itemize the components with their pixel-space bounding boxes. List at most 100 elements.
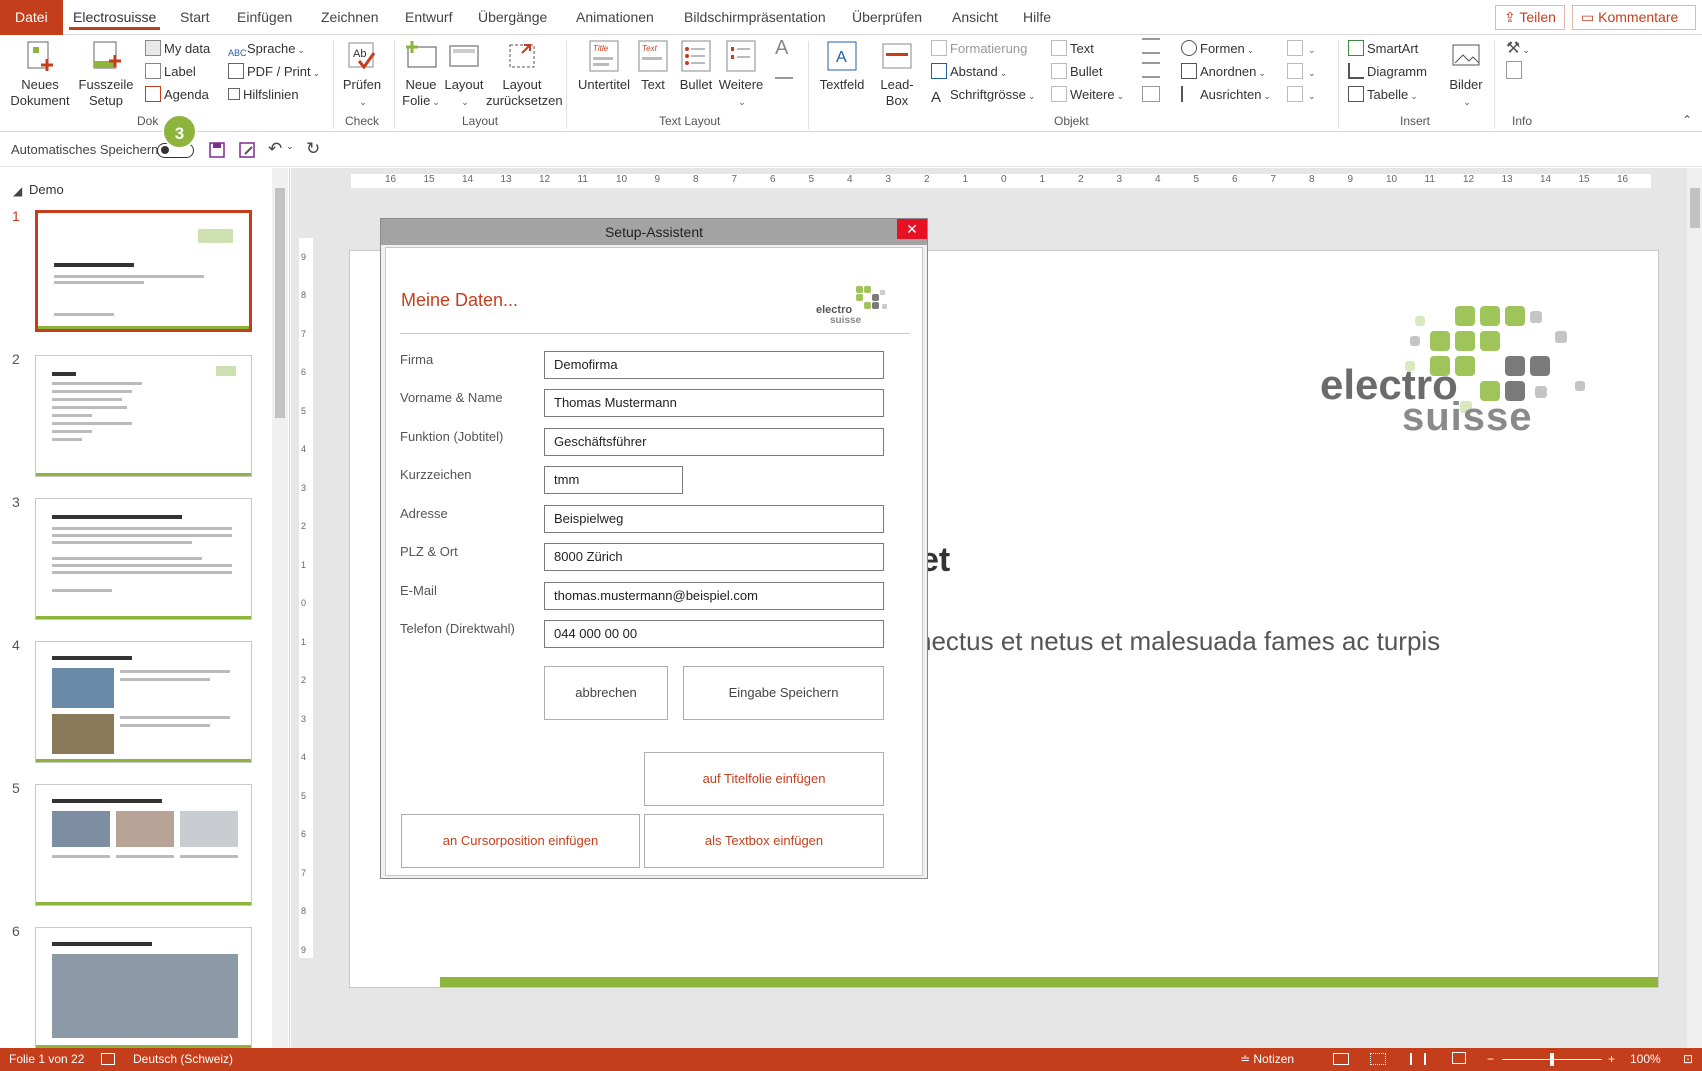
tab-datei[interactable]: Datei bbox=[0, 0, 63, 35]
save-button[interactable]: Eingabe Speichern bbox=[683, 666, 884, 720]
tab-ansicht[interactable]: Ansicht bbox=[940, 0, 1010, 35]
slide-thumbnail-6[interactable] bbox=[35, 927, 252, 1048]
thumbnail-scrollbar[interactable] bbox=[272, 168, 288, 1048]
language-status[interactable]: Deutsch (Schweiz) bbox=[133, 1048, 233, 1071]
tab-ueberpruefen[interactable]: Überprüfen bbox=[840, 0, 934, 35]
layout-button[interactable]: Layout ⌄ bbox=[444, 39, 484, 110]
autosave-label: Automatisches Speichern bbox=[11, 142, 159, 157]
scrollbar-thumb[interactable] bbox=[1690, 188, 1700, 228]
collapse-ribbon-icon[interactable]: ⌃ bbox=[1682, 109, 1692, 131]
abstand-button[interactable]: Abstand ⌄ bbox=[931, 61, 1007, 83]
agenda-button[interactable]: Agenda bbox=[145, 84, 209, 106]
redo-icon[interactable]: ↻ bbox=[306, 139, 320, 159]
insert-at-cursor-button[interactable]: an Cursorposition einfügen bbox=[401, 814, 640, 868]
neue-folie-button[interactable]: Neue Folie ⌄ bbox=[397, 39, 445, 110]
formatierung-button[interactable]: Formatierung bbox=[931, 38, 1027, 60]
tab-zeichnen[interactable]: Zeichnen bbox=[309, 0, 391, 35]
zoom-out-icon[interactable]: − bbox=[1487, 1048, 1494, 1071]
hilfslinien-checkbox[interactable]: Hilfslinien bbox=[228, 84, 299, 106]
undo-dropdown-icon[interactable]: ⌄ bbox=[286, 141, 294, 152]
tabelle-button[interactable]: Tabelle ⌄ bbox=[1348, 84, 1418, 106]
align-center-icon[interactable] bbox=[1142, 62, 1160, 78]
neues-dokument-button[interactable]: Neues Dokument bbox=[8, 39, 72, 109]
normal-view-icon[interactable] bbox=[1333, 1053, 1349, 1065]
slide-thumbnail-1[interactable] bbox=[35, 210, 252, 332]
smartart-button[interactable]: SmartArt bbox=[1348, 38, 1418, 60]
cancel-button[interactable]: abbrechen bbox=[544, 666, 668, 720]
zoom-slider-handle[interactable] bbox=[1550, 1053, 1554, 1066]
layout-zuruecksetzen-button[interactable]: Layout zurücksetzen bbox=[486, 39, 563, 109]
zoom-level[interactable]: 100% bbox=[1630, 1048, 1661, 1071]
save-icon[interactable] bbox=[209, 142, 225, 158]
zoom-in-icon[interactable]: + bbox=[1608, 1048, 1615, 1071]
anordnen-button[interactable]: Anordnen ⌄ bbox=[1181, 61, 1266, 83]
pruefen-button[interactable]: Ab Prüfen ⌄ bbox=[338, 39, 386, 110]
fusszeile-setup-button[interactable]: Fusszeile Setup bbox=[78, 39, 134, 109]
tab-animationen[interactable]: Animationen bbox=[564, 0, 666, 35]
schriftgroesse-button[interactable]: A Schriftgrösse ⌄ bbox=[931, 84, 1035, 106]
firma-input[interactable]: Demofirma bbox=[544, 351, 884, 379]
objekt-text-button[interactable]: Text bbox=[1051, 38, 1094, 60]
insert-title-slide-button[interactable]: auf Titelfolie einfügen bbox=[644, 752, 884, 806]
tab-electrosuisse[interactable]: Electrosuisse bbox=[61, 0, 168, 35]
shape-effects-button[interactable]: ⌄ bbox=[1287, 84, 1316, 106]
close-icon[interactable]: ✕ bbox=[897, 219, 927, 239]
pdf-print-button[interactable]: PDF / Print ⌄ bbox=[228, 61, 320, 83]
label-button[interactable]: Label bbox=[145, 61, 196, 83]
objekt-bullet-button[interactable]: Bullet bbox=[1051, 61, 1103, 83]
slide-thumbnail-3[interactable] bbox=[35, 498, 252, 620]
tab-hilfe[interactable]: Hilfe bbox=[1011, 0, 1063, 35]
lead-box-button[interactable]: Lead-Box bbox=[876, 39, 918, 109]
slide-thumbnail-4[interactable] bbox=[35, 641, 252, 763]
group-icon[interactable] bbox=[1142, 86, 1160, 102]
insert-as-textbox-button[interactable]: als Textbox einfügen bbox=[644, 814, 884, 868]
objekt-weitere-button[interactable]: Weitere ⌄ bbox=[1051, 84, 1124, 106]
tab-bildschirmpraesentation[interactable]: Bildschirmpräsentation bbox=[672, 0, 838, 35]
funktion-input[interactable]: Geschäftsführer bbox=[544, 428, 884, 456]
diagramm-button[interactable]: Diagramm bbox=[1348, 61, 1427, 83]
kurzzeichen-input[interactable]: tmm bbox=[544, 466, 683, 494]
undo-icon[interactable]: ↶ bbox=[268, 139, 282, 159]
plz-ort-input[interactable]: 8000 Zürich bbox=[544, 543, 884, 571]
slide-sorter-icon[interactable] bbox=[1370, 1053, 1386, 1065]
shape-outline-button[interactable]: ⌄ bbox=[1287, 38, 1316, 60]
notes-button[interactable]: ≐ Notizen bbox=[1240, 1048, 1294, 1071]
scrollbar-thumb[interactable] bbox=[275, 188, 285, 418]
reading-view-icon[interactable] bbox=[1410, 1053, 1426, 1065]
ausrichten-button[interactable]: Ausrichten ⌄ bbox=[1181, 84, 1271, 106]
textfeld-button[interactable]: A Textfeld bbox=[814, 39, 870, 93]
info-tools-icon[interactable]: ⚒ ⌄ bbox=[1506, 38, 1536, 60]
comments-button[interactable]: ▭ Kommentare bbox=[1572, 5, 1696, 30]
formen-button[interactable]: Formen ⌄ bbox=[1181, 38, 1254, 60]
name-input[interactable]: Thomas Mustermann bbox=[544, 389, 884, 417]
tab-start[interactable]: Start bbox=[168, 0, 222, 35]
shape-fill-button[interactable]: ⌄ bbox=[1287, 61, 1316, 83]
align-left-icon[interactable] bbox=[1142, 38, 1160, 54]
slide-thumbnail-2[interactable] bbox=[35, 355, 252, 477]
tab-entwurf[interactable]: Entwurf bbox=[393, 0, 464, 35]
adresse-input[interactable]: Beispielweg bbox=[544, 505, 884, 533]
my-data-button[interactable]: My data bbox=[145, 38, 210, 60]
email-input[interactable]: thomas.mustermann@beispiel.com bbox=[544, 582, 884, 610]
editor-scrollbar[interactable] bbox=[1687, 168, 1702, 1048]
bullet-layout-button[interactable]: Bullet bbox=[676, 39, 716, 93]
font-a-icon[interactable]: A bbox=[775, 37, 788, 59]
slide-thumbnail-5[interactable] bbox=[35, 784, 252, 906]
align-icon[interactable] bbox=[775, 63, 793, 79]
share-button[interactable]: ⇪ Teilen bbox=[1495, 5, 1565, 30]
untertitel-button[interactable]: Title Untertitel bbox=[574, 39, 634, 93]
section-collapse-icon[interactable]: ◢ bbox=[13, 184, 22, 198]
tab-uebergaenge[interactable]: Übergänge bbox=[466, 0, 559, 35]
slideshow-icon[interactable] bbox=[1452, 1052, 1466, 1064]
tab-einfuegen[interactable]: Einfügen bbox=[225, 0, 304, 35]
text-layout-button[interactable]: Text Text bbox=[633, 39, 673, 93]
fit-to-window-icon[interactable]: ⊡ bbox=[1683, 1048, 1693, 1071]
slide-body-text[interactable]: nectus et netus et malesuada fames ac tu… bbox=[917, 626, 1440, 657]
accessibility-icon[interactable] bbox=[101, 1053, 115, 1065]
sprache-button[interactable]: ABCSprache ⌄ bbox=[228, 38, 305, 60]
weitere-layout-button[interactable]: Weitere ⌄ bbox=[716, 39, 766, 110]
bilder-button[interactable]: Bilder ⌄ bbox=[1442, 39, 1490, 110]
save-as-icon[interactable] bbox=[239, 142, 255, 158]
telefon-input[interactable]: 044 000 00 00 bbox=[544, 620, 884, 648]
info-document-icon[interactable] bbox=[1506, 61, 1522, 79]
